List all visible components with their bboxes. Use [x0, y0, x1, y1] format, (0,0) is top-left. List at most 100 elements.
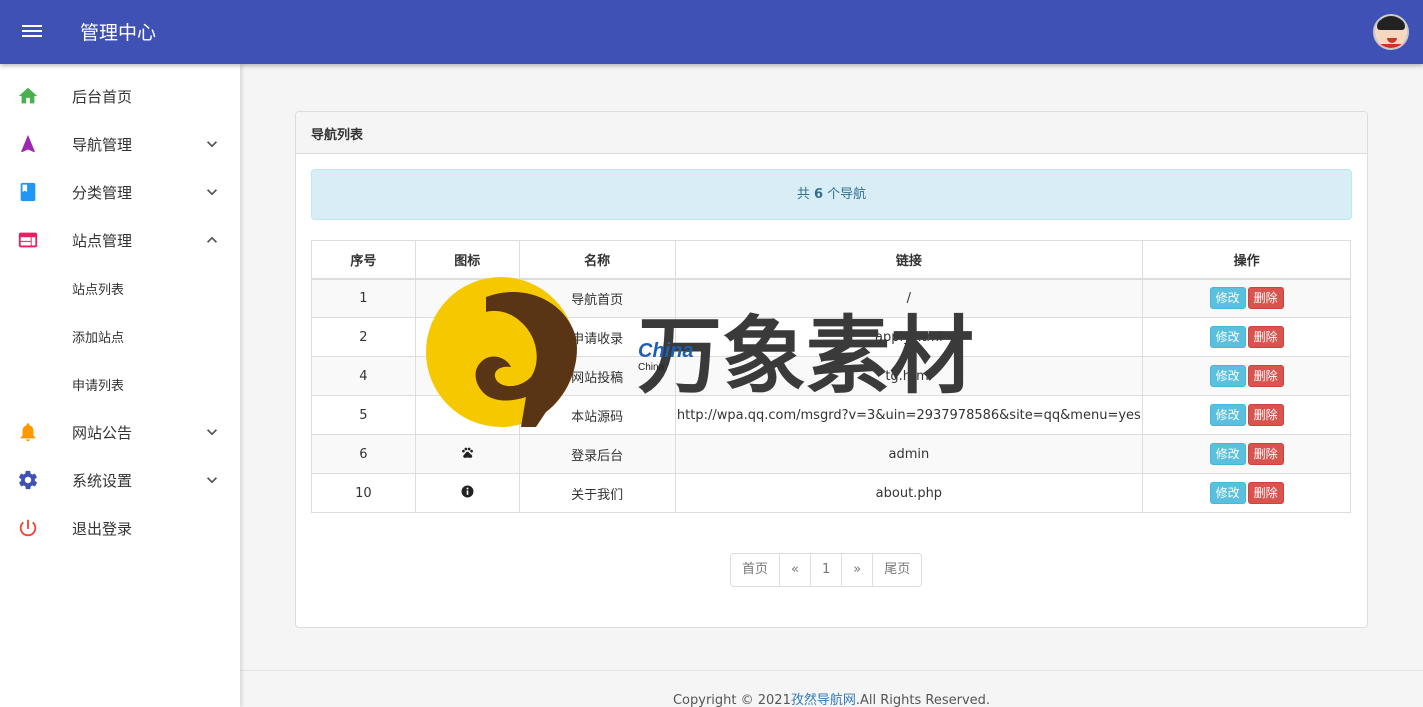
- info-icon: [461, 485, 474, 497]
- cell-id: 10: [311, 473, 416, 513]
- cell-actions: 修改 删除: [1142, 317, 1351, 357]
- cell-icon: [414, 317, 520, 357]
- cell-link: http://wpa.qq.com/msgrd?v=3&uin=29379785…: [674, 395, 1144, 435]
- cell-name: 本站源码: [518, 395, 676, 435]
- cell-name: 登录后台: [518, 434, 676, 474]
- page-first[interactable]: 首页: [730, 553, 781, 587]
- web-icon: [18, 232, 38, 248]
- summary-count: 6: [813, 187, 824, 202]
- power-icon: [19, 519, 37, 537]
- sidebar-subitem-site-list[interactable]: 站点列表: [0, 264, 240, 312]
- sidebar-subitem-label: 申请列表: [72, 379, 125, 394]
- delete-button[interactable]: 删除: [1247, 287, 1284, 310]
- sidebar-item-home[interactable]: 后台首页: [0, 72, 240, 120]
- chevron-up-icon: [207, 236, 217, 243]
- edit-button[interactable]: 修改: [1209, 404, 1246, 426]
- page-next[interactable]: »: [841, 553, 874, 587]
- sidebar-item-logout[interactable]: 退出登录: [0, 504, 240, 552]
- footer-site-link[interactable]: 孜然导航网: [791, 693, 856, 707]
- sidebar-item-navigation[interactable]: 导航管理: [0, 120, 240, 168]
- table-row: 1 导航首页 / 修改 删除: [311, 278, 1351, 318]
- cell-icon: [414, 356, 520, 396]
- sidebar-item-label: 导航管理: [72, 136, 133, 154]
- delete-button[interactable]: 删除: [1247, 365, 1284, 387]
- chevron-down-icon: [207, 429, 217, 436]
- cell-id: 6: [311, 434, 416, 474]
- column-header-link: 链接: [674, 240, 1144, 280]
- cell-id: 2: [311, 317, 416, 357]
- footer-rights: .All Rights Reserved.: [855, 693, 991, 707]
- avatar[interactable]: [1373, 14, 1409, 50]
- sidebar-subitem-label: 站点列表: [72, 283, 125, 298]
- edit-button[interactable]: 修改: [1209, 482, 1246, 504]
- delete-button[interactable]: 删除: [1247, 326, 1284, 348]
- hamburger-menu-icon[interactable]: [20, 22, 44, 42]
- cell-link: /: [674, 278, 1144, 318]
- cell-actions: 修改 删除: [1142, 356, 1351, 396]
- panel-title: 导航列表: [296, 112, 1367, 154]
- pagination: 首页 « 1 » 尾页: [730, 553, 923, 587]
- paw-icon: [461, 447, 473, 458]
- main-content: 导航列表 共 6 个导航 序号 图标 名称 链接 操作 1 导航首页 / 修改 …: [240, 64, 1423, 707]
- page-prev[interactable]: «: [779, 553, 811, 587]
- sidebar-item-label: 分类管理: [72, 184, 133, 202]
- column-header-icon: 图标: [414, 240, 520, 280]
- cell-icon: [414, 395, 520, 435]
- table-row: 6 登录后台 admin 修改 删除: [311, 434, 1351, 474]
- sidebar-subitem-label: 添加站点: [72, 331, 125, 346]
- cell-icon: [414, 473, 520, 513]
- cell-name: 申请收录: [518, 317, 676, 357]
- cell-name: 网站投稿: [518, 356, 676, 396]
- summary-suffix: 个导航: [827, 187, 867, 202]
- cell-name: 关于我们: [518, 473, 676, 513]
- sidebar-subitem-apply-list[interactable]: 申请列表: [0, 360, 240, 408]
- footer-copyright: Copyright © 2021: [672, 693, 791, 707]
- delete-button[interactable]: 删除: [1247, 404, 1284, 426]
- cell-actions: 修改 删除: [1142, 473, 1351, 513]
- sidebar-item-label: 系统设置: [72, 472, 133, 490]
- home-icon: [18, 87, 38, 104]
- cell-actions: 修改 删除: [1142, 395, 1351, 435]
- table-row: 2 申请收录 apply.html 修改 删除: [311, 317, 1351, 357]
- nav-table: 序号 图标 名称 链接 操作 1 导航首页 / 修改 删除 2 申请收录 app…: [311, 240, 1351, 513]
- top-app-bar: 管理中心: [0, 0, 1423, 64]
- sidebar-item-label: 网站公告: [72, 424, 133, 442]
- cell-icon: [414, 278, 520, 318]
- cell-link: tg.html: [674, 356, 1144, 396]
- delete-button[interactable]: 删除: [1247, 443, 1284, 465]
- summary-prefix: 共: [796, 187, 810, 202]
- nav-list-panel: 导航列表 共 6 个导航 序号 图标 名称 链接 操作 1 导航首页 / 修改 …: [295, 111, 1368, 628]
- table-header-row: 序号 图标 名称 链接 操作: [311, 240, 1351, 280]
- cell-link: apply.html: [674, 317, 1144, 357]
- edit-button[interactable]: 修改: [1209, 365, 1246, 387]
- edit-button[interactable]: 修改: [1209, 443, 1246, 465]
- page-last[interactable]: 尾页: [872, 553, 923, 587]
- chevron-down-icon: [207, 477, 217, 484]
- sidebar-subitem-add-site[interactable]: 添加站点: [0, 312, 240, 360]
- page-1[interactable]: 1: [809, 553, 843, 587]
- cell-id: 1: [311, 278, 416, 318]
- delete-button[interactable]: 删除: [1247, 482, 1284, 504]
- column-header-id: 序号: [311, 240, 416, 280]
- sidebar-item-category[interactable]: 分类管理: [0, 168, 240, 216]
- cell-link: about.php: [674, 473, 1144, 513]
- sidebar-item-announcement[interactable]: 网站公告: [0, 408, 240, 456]
- sidebar-item-label: 站点管理: [72, 232, 133, 250]
- chevron-down-icon: [207, 189, 217, 196]
- gear-icon: [18, 470, 38, 490]
- sidebar-item-site[interactable]: 站点管理: [0, 216, 240, 264]
- edit-button[interactable]: 修改: [1209, 287, 1246, 310]
- cell-icon: [414, 434, 520, 474]
- column-header-name: 名称: [518, 240, 676, 280]
- cell-actions: 修改 删除: [1142, 278, 1351, 318]
- navigation-icon: [21, 134, 35, 153]
- edit-button[interactable]: 修改: [1209, 326, 1246, 348]
- table-row: 10 关于我们 about.php 修改 删除: [311, 473, 1351, 513]
- cell-name: 导航首页: [518, 278, 676, 318]
- chevron-down-icon: [207, 141, 217, 148]
- sidebar-item-label: 退出登录: [72, 520, 133, 538]
- sidebar: 后台首页 导航管理 分类管理 站点管理 站点列表 添加站点 申请列表 网站公告 …: [0, 64, 240, 707]
- cell-id: 5: [311, 395, 416, 435]
- sidebar-item-settings[interactable]: 系统设置: [0, 456, 240, 504]
- cell-actions: 修改 删除: [1142, 434, 1351, 474]
